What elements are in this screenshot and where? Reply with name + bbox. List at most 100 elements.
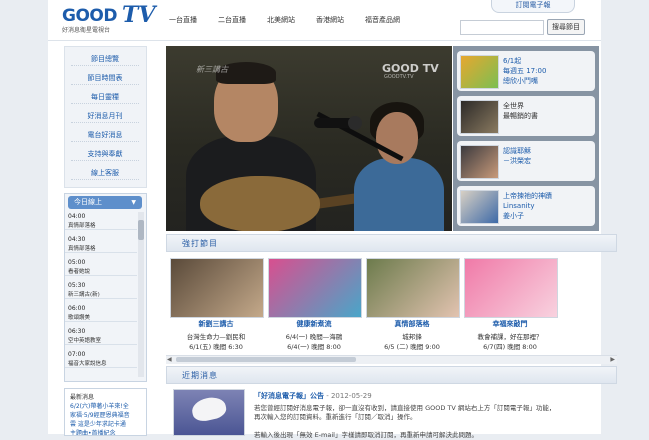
recommended-title: 強打節目 <box>182 239 218 248</box>
recommended-scrollbar[interactable]: ◀ ▶ <box>166 355 617 364</box>
feature-item[interactable]: 上帝揀祂的神蹟 Linsanity 姜小子 <box>457 186 595 226</box>
menu-monthly-magazine[interactable]: 好消息月刊 <box>71 110 139 123</box>
site-header: GOOD TV 好消息衛星電視台 一台直播 二台直播 北美網站 香港網站 福音產… <box>48 0 601 41</box>
feature-text: 6/1起 每週五 17:00 總欣小鬥嘴 <box>503 57 547 85</box>
recommended-thumbnail <box>170 258 264 318</box>
sidebar-news-title: 最新消息 <box>70 394 95 401</box>
recommended-item[interactable]: 新劉三講古 台灣生命力—劉民和 6/1(五) 晚間 6:30 <box>168 258 264 354</box>
feature-thumbnail <box>460 190 499 224</box>
nav-channel2-live[interactable]: 二台直播 <box>218 15 246 29</box>
schedule-header-label: 今日線上 <box>74 198 102 206</box>
nav-hongkong[interactable]: 香港網站 <box>316 15 344 29</box>
recommended-thumbnail <box>366 258 460 318</box>
feature-item[interactable]: 認識耶穌 －洪榮宏 <box>457 141 595 181</box>
feature-thumbnail <box>460 145 499 179</box>
subscribe-newsletter-tab[interactable]: 訂閱電子報 <box>491 0 575 13</box>
goodtv-logo[interactable]: GOOD TV 好消息衛星電視台 <box>60 2 160 34</box>
nav-channel1-live[interactable]: 一台直播 <box>169 15 197 29</box>
schedule-item[interactable]: 05:00 看者她說 <box>65 258 137 276</box>
feature-thumbnail <box>460 100 499 134</box>
sidebar-news-link[interactable]: 6/2(六)帶著小羊來!全 家福·5/9經歷恩典福音 雲 這是少年求記卡通 主題… <box>70 402 140 435</box>
menu-daily-devotion[interactable]: 每日靈糧 <box>71 91 139 104</box>
schedule-item[interactable]: 07:00 福音大家說信息 <box>65 350 137 368</box>
schedule-title: 空中英語教室 <box>68 338 102 344</box>
recommended-carousel: 新劉三講古 台灣生命力—劉民和 6/1(五) 晚間 6:30 健康新煮流 6/4… <box>166 255 617 355</box>
menu-program-overview[interactable]: 節目總覽 <box>71 53 139 66</box>
schedule-time: 04:30 <box>68 236 86 243</box>
latest-news-link[interactable]: 「好消息電子報」公告 <box>254 392 324 400</box>
recommended-item[interactable]: 幸福來敲門 教會補課，好在那裡？ 6/7(四) 晚間 8:00 <box>462 258 558 354</box>
microphone-head <box>348 116 362 130</box>
recommended-name: 新劉三講古 <box>198 320 234 328</box>
recommended-item[interactable]: 真情部落格 城邦鋒 6/5 (二) 晚間 9:00 <box>364 258 460 354</box>
schedule-time: 06:00 <box>68 305 86 312</box>
latest-news-headline: 「好消息電子報」公告 - 2012-05-29 <box>254 391 372 401</box>
schedule-title: 真情部落格 <box>68 246 96 252</box>
scroll-right-icon[interactable]: ▶ <box>610 356 615 363</box>
menu-radio[interactable]: 電台好消息 <box>71 129 139 142</box>
recommended-name: 健康新煮流 <box>296 320 332 328</box>
latest-news-header: 近期消息 <box>166 366 617 384</box>
schedule-time: 05:30 <box>68 282 86 289</box>
dove-image <box>190 394 228 424</box>
schedule-title: 福音大家說信息 <box>68 361 107 367</box>
recommended-time: 6/7(四) 晚間 8:00 <box>483 343 537 351</box>
search-input[interactable] <box>460 20 544 35</box>
logo-tv-text: TV <box>122 2 156 28</box>
chevron-down-icon: ▼ <box>131 199 136 206</box>
schedule-item[interactable]: 05:30 新三講古(新) <box>65 281 137 299</box>
schedule-item[interactable]: 06:30 空中英語教室 <box>65 327 137 345</box>
schedule-title: 歌頌讚美 <box>68 315 91 321</box>
recommended-time: 6/4(一) 晚間 8:00 <box>287 343 341 351</box>
recommended-thumbnail <box>268 258 362 318</box>
schedule-title: 新三講古(新) <box>68 292 100 298</box>
recommended-thumbnail <box>464 258 558 318</box>
page: GOOD TV 好消息衛星電視台 一台直播 二台直播 北美網站 香港網站 福音產… <box>48 0 617 439</box>
video-figure-woman <box>354 158 444 231</box>
schedule-time: 05:00 <box>68 259 86 266</box>
logo-subtitle: 好消息衛星電視台 <box>62 27 111 34</box>
logo-good-text: GOOD <box>62 6 117 26</box>
schedule-title: 真情部落格 <box>68 223 96 229</box>
feature-list: 6/1起 每週五 17:00 總欣小鬥嘴 全世界 最暢銷的書 認識耶穌 －洪榮宏… <box>453 46 599 231</box>
video-player[interactable]: 新三講古 GOOD TV GOODTV.TV <box>166 46 452 231</box>
recommended-header: 強打節目 <box>166 234 617 252</box>
video-channel-mark: 新三講古 <box>196 65 228 74</box>
recommended-info: 教會補課，好在那裡？ <box>477 333 543 341</box>
schedule-scrollbar[interactable] <box>138 212 144 377</box>
latest-news-thumbnail[interactable] <box>173 389 245 436</box>
latest-news-title: 近期消息 <box>182 371 218 380</box>
recommended-name: 幸福來敲門 <box>492 320 528 328</box>
schedule-item[interactable]: 04:00 真情部落格 <box>65 212 137 230</box>
recommended-info: 6/4(一) 晚間—海鷗 <box>285 333 343 341</box>
nav-gospel-products[interactable]: 福音產品網 <box>365 15 400 29</box>
schedule-time: 07:00 <box>68 351 86 358</box>
menu-support-donate[interactable]: 支持與奉獻 <box>71 148 139 161</box>
recommended-name: 真情部落格 <box>394 320 430 328</box>
feature-item[interactable]: 全世界 最暢銷的書 <box>457 96 595 136</box>
schedule-header[interactable]: 今日線上 ▼ <box>68 196 142 209</box>
feature-text: 認識耶穌 －洪榮宏 <box>503 147 531 165</box>
schedule-item[interactable]: 06:00 歌頌讚美 <box>65 304 137 322</box>
latest-news-date: - 2012-05-29 <box>324 392 372 400</box>
feature-text: 全世界 最暢銷的書 <box>503 102 538 120</box>
search-button[interactable]: 搜尋節目 <box>547 19 585 35</box>
video-watermark-sub: GOODTV.TV <box>384 74 414 80</box>
schedule-item[interactable]: 04:30 真情部落格 <box>65 235 137 253</box>
schedule-title: 看者她說 <box>68 269 91 275</box>
recommended-item[interactable]: 健康新煮流 6/4(一) 晚間—海鷗 6/4(一) 晚間 8:00 <box>266 258 362 354</box>
recommended-scrollbar-thumb[interactable] <box>176 357 356 362</box>
top-nav: 一台直播 二台直播 北美網站 香港網站 福音產品網 <box>169 15 421 29</box>
feature-text: 上帝揀祂的神蹟 Linsanity 姜小子 <box>503 192 552 220</box>
scroll-left-icon[interactable]: ◀ <box>167 356 172 363</box>
schedule-scrollbar-thumb[interactable] <box>138 220 144 240</box>
sidebar-menu: 節目總覽 節目時間表 每日靈糧 好消息月刊 電台好消息 支持與奉獻 線上客服 <box>64 46 147 188</box>
recommended-info: 城邦鋒 <box>402 333 422 341</box>
sidebar-news-box: 最新消息 6/2(六)帶著小羊來!全 家福·5/9經歷恩典福音 雲 這是少年求記… <box>64 388 147 436</box>
menu-online-service[interactable]: 線上客服 <box>71 167 139 180</box>
menu-program-schedule[interactable]: 節目時間表 <box>71 72 139 85</box>
guitar <box>200 176 320 231</box>
nav-north-america[interactable]: 北美網站 <box>267 15 295 29</box>
schedule-time: 06:30 <box>68 328 86 335</box>
feature-item[interactable]: 6/1起 每週五 17:00 總欣小鬥嘴 <box>457 51 595 91</box>
